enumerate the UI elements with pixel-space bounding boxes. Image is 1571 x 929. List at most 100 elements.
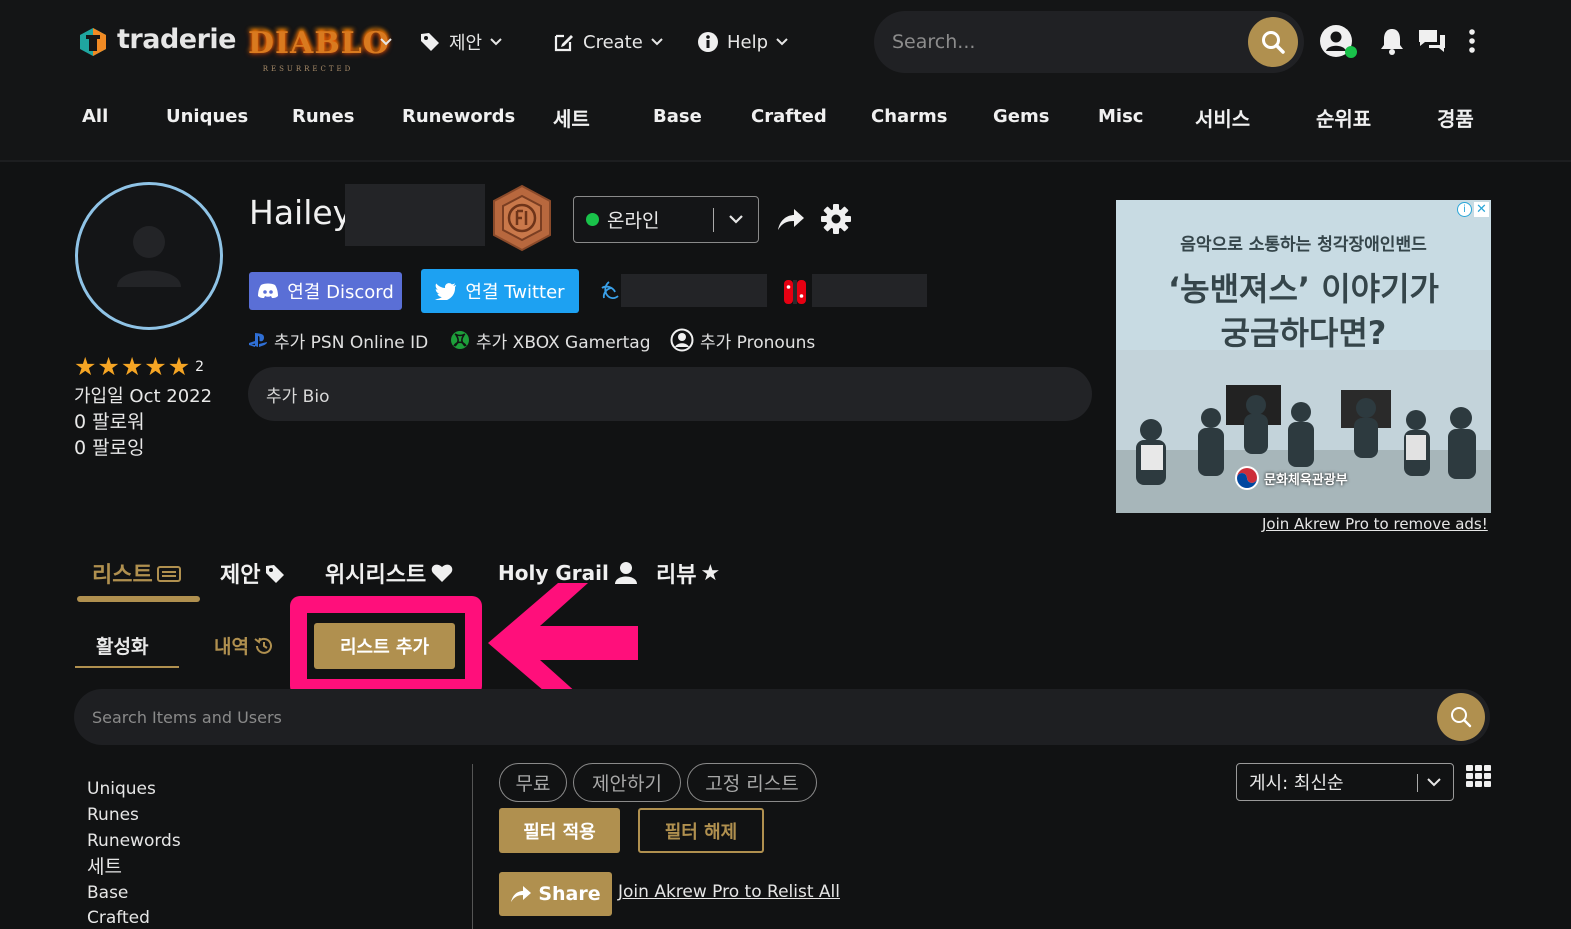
add-pronouns-link[interactable]: 추가 Pronouns (670, 326, 815, 354)
edit-icon (554, 34, 573, 52)
user-icon (614, 562, 637, 584)
subtab-history[interactable]: 내역 (214, 632, 275, 659)
items-search-input[interactable] (92, 689, 1392, 745)
battlenet-icon[interactable] (598, 280, 620, 302)
category-misc[interactable]: Misc (1098, 106, 1143, 127)
category-services[interactable]: 서비스 (1195, 103, 1250, 132)
category-all[interactable]: All (82, 106, 108, 127)
add-xbox-label: 추가 XBOX Gamertag (476, 332, 651, 353)
taegeuk-icon (1235, 466, 1259, 490)
sidebar-item-crafted[interactable]: Crafted (87, 908, 150, 928)
sort-dropdown[interactable]: 게시: 최신순 (1236, 763, 1454, 801)
category-uniques[interactable]: Uniques (166, 106, 248, 127)
category-runewords[interactable]: Runewords (402, 106, 515, 127)
status-label: 온라인 (607, 210, 660, 232)
filter-chip-fixed-listing[interactable]: 고정 리스트 (687, 763, 817, 802)
chevron-down-icon (729, 215, 743, 224)
star-icon: ★ (97, 352, 120, 381)
add-bio-field[interactable]: 추가 Bio (248, 367, 1092, 421)
share-label: Share (538, 883, 601, 905)
header-search-input[interactable] (892, 11, 1222, 73)
sidebar-item-sets[interactable]: 세트 (87, 852, 122, 879)
tab-holy-grail-label: Holy Grail (498, 561, 609, 585)
list-icon (156, 566, 181, 582)
tab-offers[interactable]: 제안 (220, 557, 286, 589)
connect-discord-button[interactable]: 연결 Discord (249, 272, 402, 310)
apply-filter-button[interactable]: 필터 적용 (499, 808, 620, 853)
sidebar-divider (472, 764, 473, 929)
ad-close-icon[interactable]: ✕ (1474, 202, 1489, 217)
share-button[interactable]: Share (499, 872, 612, 916)
ad-controls[interactable]: i ✕ (1457, 202, 1489, 217)
traderie-logo-text[interactable]: traderie (117, 24, 236, 55)
category-gems[interactable]: Gems (993, 106, 1049, 127)
profile-avatar[interactable] (75, 182, 223, 330)
messages-button[interactable] (1413, 22, 1451, 60)
pointer-arrow-icon (488, 583, 638, 703)
history-icon (254, 637, 272, 654)
relist-all-link[interactable]: Join Akrew Pro to Relist All (618, 882, 840, 902)
playstation-icon (249, 333, 267, 347)
category-runes[interactable]: Runes (292, 106, 354, 127)
filter-chip-make-offer[interactable]: 제안하기 (573, 763, 681, 802)
ad-line-3: 궁금하다면? (1220, 314, 1387, 352)
notifications-button[interactable] (1373, 22, 1411, 60)
sort-divider (1417, 774, 1418, 792)
ad-sponsor-name: 문화체육관광부 (1264, 472, 1348, 488)
game-logo-subtitle: RESURRECTED (262, 65, 354, 73)
nav-help-dropdown[interactable]: Help (697, 27, 788, 57)
ad-line-1: 음악으로 소통하는 청각장애인밴드 (1180, 235, 1427, 255)
subtab-active[interactable]: 활성화 (96, 632, 148, 659)
add-pronouns-label: 추가 Pronouns (700, 332, 816, 353)
category-charms[interactable]: Charms (871, 106, 948, 127)
nav-create-dropdown[interactable]: Create (553, 27, 663, 57)
followers-count[interactable]: 0 팔로워 (74, 407, 145, 434)
profile-username: Hailey (249, 193, 353, 232)
online-status-dropdown[interactable]: 온라인 (573, 196, 759, 243)
game-select-chevron-icon[interactable] (380, 36, 392, 48)
ad-info-icon[interactable]: i (1457, 202, 1472, 217)
sidebar-item-base[interactable]: Base (87, 883, 128, 903)
add-psn-link[interactable]: 추가 PSN Online ID (248, 326, 428, 354)
connect-twitter-button[interactable]: 연결 Twitter (421, 269, 579, 313)
traderie-logo-icon[interactable] (77, 26, 109, 58)
tab-reviews[interactable]: 리뷰 ★ (656, 557, 720, 589)
sidebar-item-uniques[interactable]: Uniques (87, 779, 156, 799)
category-giveaways[interactable]: 경품 (1437, 103, 1474, 132)
tab-listings[interactable]: 리스트 (92, 557, 181, 589)
grid-view-icon[interactable] (1466, 765, 1492, 787)
subtab-history-label: 내역 (214, 636, 249, 658)
category-base[interactable]: Base (653, 106, 702, 127)
sidebar-item-runes[interactable]: Runes (87, 805, 139, 825)
nintendo-switch-icon[interactable] (783, 279, 807, 305)
game-logo-title: DIABLO (248, 26, 390, 61)
share-profile-icon[interactable] (776, 205, 806, 233)
items-search (74, 689, 1490, 745)
clear-filter-button[interactable]: 필터 해제 (638, 808, 764, 853)
sidebar-item-runewords[interactable]: Runewords (87, 831, 181, 851)
account-button[interactable] (1317, 22, 1357, 60)
ad-banner[interactable]: 음악으로 소통하는 청각장애인밴드 ‘농밴져스’ 이야기가 궁금하다면? 문화체… (1116, 200, 1491, 513)
category-crafted[interactable]: Crafted (751, 106, 827, 127)
following-count[interactable]: 0 팔로잉 (74, 433, 145, 460)
connect-twitter-label: 연결 Twitter (465, 282, 565, 303)
more-menu-button[interactable] (1453, 22, 1491, 60)
add-xbox-link[interactable]: 추가 XBOX Gamertag (450, 326, 651, 354)
header-search-button[interactable] (1248, 17, 1298, 67)
rank-badge-icon[interactable] (490, 184, 554, 252)
filter-chip-free[interactable]: 무료 (499, 763, 567, 802)
nav-offers-dropdown[interactable]: 제안 (419, 27, 502, 57)
tab-listings-label: 리스트 (92, 563, 153, 588)
default-avatar-icon (117, 226, 181, 287)
category-leaderboard[interactable]: 순위표 (1316, 103, 1371, 132)
settings-gear-icon[interactable] (820, 203, 852, 235)
twitter-icon (435, 283, 457, 300)
user-rating[interactable]: ★ ★ ★ ★ ★ 2 (74, 352, 204, 381)
diablo-game-logo[interactable]: DIABLO RESURRECTED (248, 12, 390, 78)
remove-ads-link[interactable]: Join Akrew Pro to remove ads! (1262, 515, 1488, 533)
category-sets[interactable]: 세트 (553, 103, 590, 132)
active-tab-indicator (77, 596, 200, 602)
joined-date: 가입일 Oct 2022 (74, 386, 213, 407)
tab-wishlist[interactable]: 위시리스트 (325, 557, 454, 589)
items-search-button[interactable] (1437, 693, 1485, 741)
